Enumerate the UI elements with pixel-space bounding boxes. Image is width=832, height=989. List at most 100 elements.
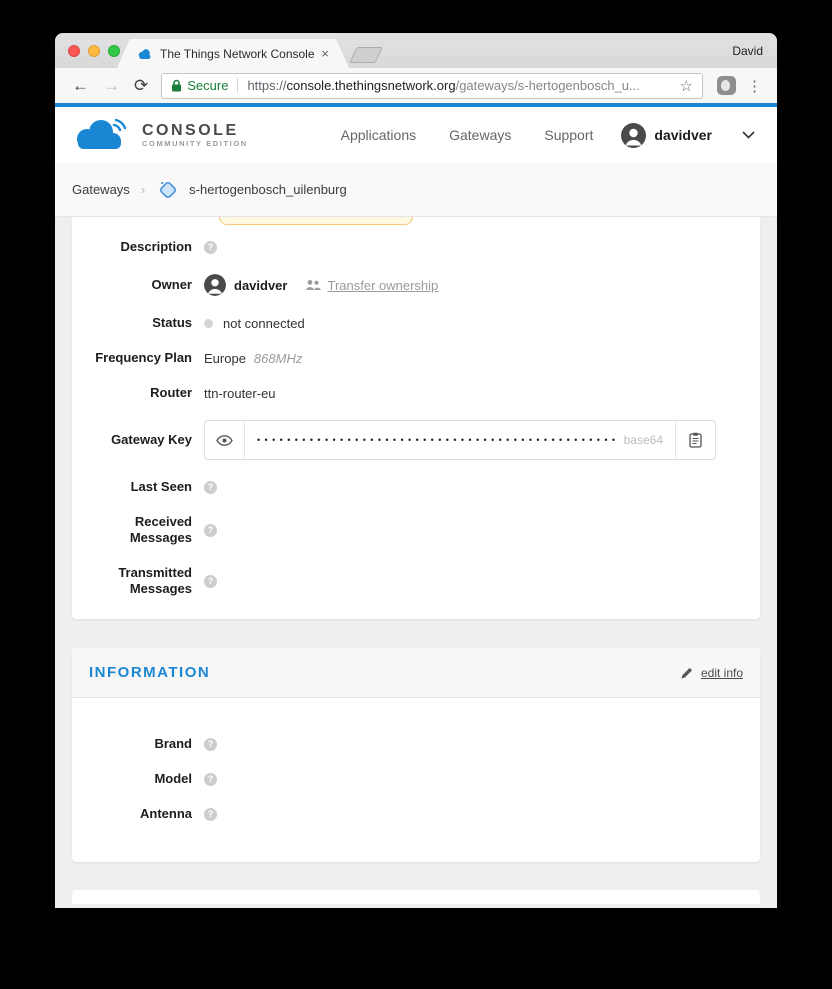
- last-seen-row: Last Seen ?: [72, 479, 760, 495]
- screenshot-stage: The Things Network Console × David ← → ⟳…: [0, 0, 832, 989]
- edit-info-link[interactable]: edit info: [701, 666, 743, 680]
- edit-info[interactable]: edit info: [680, 666, 743, 680]
- owner-avatar: [204, 274, 226, 296]
- main-nav: Applications Gateways Support: [341, 127, 594, 143]
- help-icon[interactable]: ?: [204, 772, 217, 786]
- frequency-plan-label: Frequency Plan: [95, 350, 192, 365]
- help-icon[interactable]: ?: [204, 523, 217, 537]
- browser-menu-icon[interactable]: ⋮: [747, 77, 762, 95]
- extension-icon[interactable]: [717, 76, 736, 95]
- description-label: Description: [120, 239, 192, 254]
- browser-window: The Things Network Console × David ← → ⟳…: [55, 33, 777, 908]
- tab-title: The Things Network Console: [160, 46, 315, 61]
- browser-tab-bar: The Things Network Console × David: [55, 33, 777, 68]
- received-messages-label: Received Messages: [129, 514, 192, 545]
- page-content: Description ? Owner davidver Transfer ow…: [55, 217, 777, 904]
- nav-applications[interactable]: Applications: [341, 127, 417, 143]
- gateway-overview-card: Description ? Owner davidver Transfer ow…: [72, 217, 760, 619]
- owner-name: davidver: [234, 277, 288, 293]
- brand-label: Brand: [154, 736, 192, 751]
- transfer-people-icon: [306, 280, 322, 290]
- new-tab-button[interactable]: [349, 47, 383, 63]
- help-icon[interactable]: ?: [204, 240, 217, 254]
- url-path: /gateways/s-hertogenbosch_u...: [455, 78, 640, 93]
- status-label: Status: [152, 315, 192, 330]
- url-divider: [237, 78, 239, 93]
- console-title: CONSOLE: [142, 122, 239, 139]
- community-edition-subtitle: COMMUNITY EDITION: [142, 139, 248, 148]
- owner-label: Owner: [151, 277, 192, 292]
- frequency-plan-band: 868MHz: [253, 350, 303, 366]
- reveal-key-button[interactable]: [205, 421, 245, 459]
- browser-profile-name[interactable]: David: [732, 44, 763, 58]
- window-controls: [68, 45, 120, 57]
- back-icon[interactable]: ←: [72, 77, 89, 94]
- breadcrumb-gateways[interactable]: Gateways: [72, 182, 130, 197]
- router-value: ttn-router-eu: [204, 385, 276, 401]
- transmitted-messages-row: Transmitted Messages ?: [72, 565, 760, 597]
- url-scheme: https://: [247, 78, 287, 93]
- user-name: davidver: [654, 127, 712, 143]
- status-dot-icon: [204, 318, 213, 328]
- bookmark-star-icon[interactable]: ☆: [674, 77, 693, 95]
- next-section-card-cutoff: [72, 890, 760, 904]
- router-row: Router ttn-router-eu: [72, 385, 760, 401]
- url-host: console.thethingsnetwork.org: [286, 78, 456, 93]
- reload-icon[interactable]: ⟳: [134, 77, 148, 94]
- status-value: not connected: [223, 315, 305, 331]
- information-title: INFORMATION: [89, 664, 211, 681]
- information-body: Brand ? Model ? Antenna ?: [72, 698, 760, 862]
- help-icon[interactable]: ?: [204, 574, 217, 588]
- user-menu[interactable]: davidver: [621, 122, 712, 148]
- user-avatar: [621, 122, 647, 148]
- copy-key-button[interactable]: [675, 421, 715, 459]
- gateway-key-encoding-tag: base64: [623, 433, 663, 447]
- antenna-label: Antenna: [140, 806, 192, 821]
- gateway-key-label: Gateway Key: [111, 432, 192, 447]
- breadcrumb: Gateways › s-hertogenbosch_uilenburg: [55, 163, 777, 217]
- secure-lock-icon: [172, 79, 182, 92]
- tab-favicon-cloud-icon: [137, 48, 153, 60]
- transfer-ownership-link[interactable]: Transfer ownership: [327, 278, 438, 293]
- received-messages-row: Received Messages ?: [72, 514, 760, 546]
- breadcrumb-current: s-hertogenbosch_uilenburg: [189, 182, 347, 197]
- router-label: Router: [150, 385, 192, 400]
- owner-row: Owner davidver Transfer ownership: [72, 274, 760, 296]
- antenna-row: Antenna ?: [72, 806, 760, 822]
- model-label: Model: [154, 771, 192, 786]
- eye-icon: [216, 434, 233, 446]
- information-card: INFORMATION edit info Brand ? Model ? An…: [72, 648, 760, 862]
- active-tab[interactable]: The Things Network Console ×: [117, 39, 349, 68]
- ttn-cloud-logo-icon: [77, 118, 127, 149]
- logo-text: CONSOLE COMMUNITY EDITION: [142, 122, 248, 148]
- last-seen-label: Last Seen: [130, 479, 192, 494]
- frequency-plan-row: Frequency Plan Europe 868MHz: [72, 350, 760, 366]
- breadcrumb-separator: ›: [140, 182, 146, 197]
- help-icon[interactable]: ?: [204, 737, 217, 751]
- description-row: Description ?: [72, 239, 760, 255]
- help-icon[interactable]: ?: [204, 480, 217, 494]
- zoom-window-button[interactable]: [108, 45, 120, 57]
- status-row: Status not connected: [72, 315, 760, 331]
- secure-label[interactable]: Secure: [187, 78, 228, 93]
- address-bar[interactable]: Secure https://console.thethingsnetwork.…: [161, 72, 703, 99]
- close-window-button[interactable]: [68, 45, 80, 57]
- brand-row: Brand ?: [72, 736, 760, 752]
- transfer-ownership[interactable]: Transfer ownership: [305, 278, 438, 293]
- nav-support[interactable]: Support: [544, 127, 593, 143]
- frequency-plan-region: Europe: [204, 350, 246, 366]
- pencil-icon: [681, 667, 693, 678]
- site-header: CONSOLE COMMUNITY EDITION Applications G…: [55, 107, 777, 163]
- model-row: Model ?: [72, 771, 760, 787]
- gateway-key-masked-value: ••••••••••••••••••••••••••••••••••••••••…: [257, 435, 618, 445]
- help-icon[interactable]: ?: [204, 807, 217, 821]
- gateway-diamond-icon: [156, 178, 180, 202]
- minimize-window-button[interactable]: [88, 45, 100, 57]
- forward-icon: →: [103, 76, 120, 95]
- gateway-key-field-group: ••••••••••••••••••••••••••••••••••••••••…: [204, 420, 716, 460]
- gateway-key-input[interactable]: ••••••••••••••••••••••••••••••••••••••••…: [245, 421, 675, 459]
- nav-gateways[interactable]: Gateways: [449, 127, 511, 143]
- gateway-id-highlight-cutoff: [219, 217, 413, 225]
- chevron-down-icon[interactable]: [742, 131, 755, 139]
- tab-close-icon[interactable]: ×: [321, 47, 329, 60]
